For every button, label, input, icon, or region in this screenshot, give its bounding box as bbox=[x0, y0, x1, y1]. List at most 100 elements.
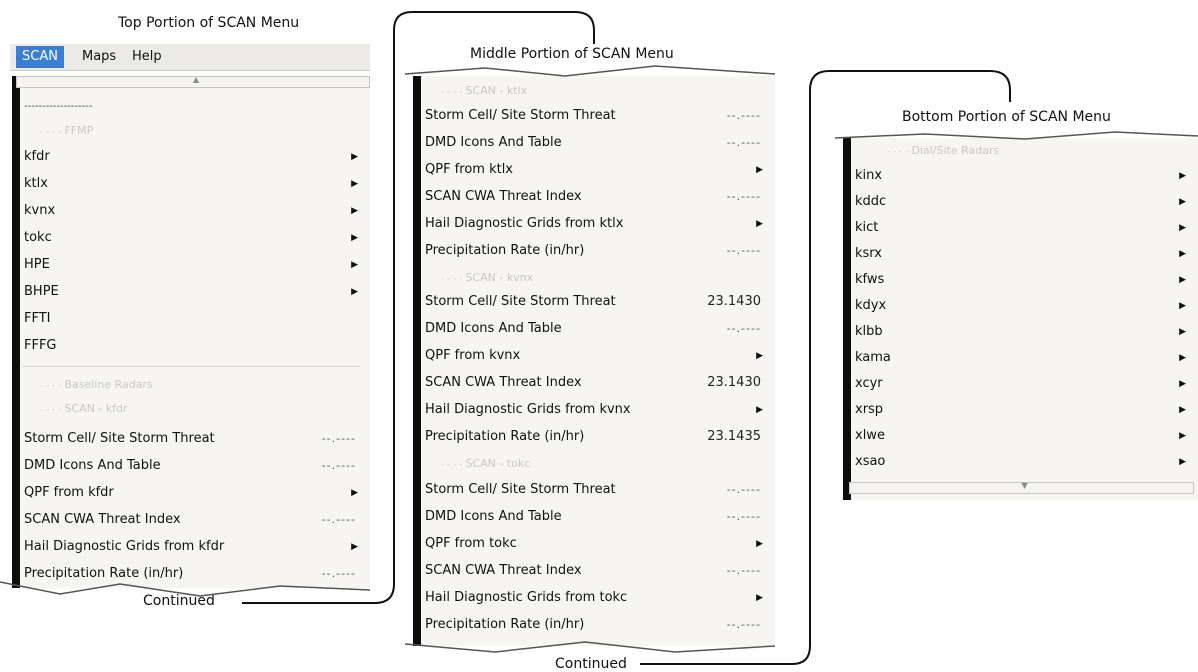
torn-edge bbox=[405, 65, 776, 77]
value-readout: --.---- bbox=[726, 109, 761, 122]
section-scan-ktlx: SCAN - ktlx bbox=[413, 80, 775, 102]
triangle-right-icon: ▶ bbox=[1179, 405, 1186, 415]
menu-item-hail-kfdr[interactable]: Hail Diagnostic Grids from kfdr ▶ bbox=[12, 534, 370, 560]
triangle-right-icon: ▶ bbox=[351, 152, 358, 162]
triangle-right-icon: ▶ bbox=[756, 593, 763, 603]
menu-item-qpf-kvnx[interactable]: QPF from kvnx ▶ bbox=[413, 343, 775, 369]
triangle-right-icon: ▶ bbox=[756, 539, 763, 549]
menu-item-precip-kvnx[interactable]: Precipitation Rate (in/hr) 23.1435 bbox=[413, 424, 775, 450]
menu-item-ksrx[interactable]: ksrx ▶ bbox=[843, 241, 1198, 267]
triangle-right-icon: ▶ bbox=[1179, 457, 1186, 467]
triangle-right-icon: ▶ bbox=[351, 233, 358, 243]
menubar: SCAN Maps Help bbox=[10, 44, 370, 71]
value-readout: --.---- bbox=[726, 564, 761, 577]
tearoff-dashes[interactable]: ------------------- bbox=[12, 94, 370, 120]
value-readout: --.---- bbox=[726, 510, 761, 523]
menu-item-cwa-kfdr[interactable]: SCAN CWA Threat Index --.---- bbox=[12, 507, 370, 533]
value-readout: --.---- bbox=[726, 244, 761, 257]
triangle-right-icon: ▶ bbox=[1179, 171, 1186, 181]
triangle-right-icon: ▶ bbox=[1179, 275, 1186, 285]
triangle-right-icon: ▶ bbox=[351, 488, 358, 498]
triangle-right-icon: ▶ bbox=[1179, 197, 1186, 207]
menu-item-kama[interactable]: kama ▶ bbox=[843, 345, 1198, 371]
triangle-right-icon: ▶ bbox=[351, 542, 358, 552]
menu-item-storm-cell-kfdr[interactable]: Storm Cell/ Site Storm Threat --.---- bbox=[12, 426, 370, 452]
menu-item-ktlx[interactable]: ktlx ▶ bbox=[12, 171, 370, 197]
triangle-right-icon: ▶ bbox=[756, 219, 763, 229]
menu-item-kinx[interactable]: kinx ▶ bbox=[843, 163, 1198, 189]
triangle-right-icon: ▶ bbox=[1179, 327, 1186, 337]
menu-item-tokc[interactable]: tokc ▶ bbox=[12, 225, 370, 251]
menu-item-klbb[interactable]: klbb ▶ bbox=[843, 319, 1198, 345]
menu-item-xrsp[interactable]: xrsp ▶ bbox=[843, 397, 1198, 423]
torn-edge bbox=[0, 581, 371, 597]
menu-item-qpf-ktlx[interactable]: QPF from ktlx ▶ bbox=[413, 157, 775, 183]
triangle-right-icon: ▶ bbox=[756, 165, 763, 175]
triangle-right-icon: ▶ bbox=[1179, 249, 1186, 259]
triangle-right-icon: ▶ bbox=[756, 351, 763, 361]
triangle-right-icon: ▶ bbox=[1179, 353, 1186, 363]
menu-item-qpf-tokc[interactable]: QPF from tokc ▶ bbox=[413, 531, 775, 557]
section-scan-kvnx: SCAN - kvnx bbox=[413, 267, 775, 289]
menu-item-precip-ktlx[interactable]: Precipitation Rate (in/hr) --.---- bbox=[413, 238, 775, 264]
menu-scan[interactable]: SCAN bbox=[16, 46, 64, 68]
value-readout: --.---- bbox=[321, 459, 356, 472]
triangle-right-icon: ▶ bbox=[1179, 223, 1186, 233]
menu-item-kict[interactable]: kict ▶ bbox=[843, 215, 1198, 241]
menu-item-bhpe[interactable]: BHPE ▶ bbox=[12, 279, 370, 305]
section-scan-tokc: SCAN - tokc bbox=[413, 453, 775, 475]
value-readout: --.---- bbox=[726, 483, 761, 496]
menu-item-fffg[interactable]: FFFG bbox=[12, 333, 370, 359]
menu-item-qpf-kfdr[interactable]: QPF from kfdr ▶ bbox=[12, 480, 370, 506]
torn-edge bbox=[835, 131, 1198, 140]
menu-item-xlwe[interactable]: xlwe ▶ bbox=[843, 423, 1198, 449]
section-ffmp: FFMP bbox=[12, 120, 370, 142]
menu-item-xsao[interactable]: xsao ▶ bbox=[843, 449, 1198, 475]
separator bbox=[22, 366, 360, 367]
triangle-right-icon: ▶ bbox=[351, 206, 358, 216]
torn-edge bbox=[405, 641, 776, 653]
menu-item-kfdr[interactable]: kfdr ▶ bbox=[12, 144, 370, 170]
scan-menu-bottom: Dial/Site Radars kinx▶ kddc▶ kict▶ ksrx▶… bbox=[843, 138, 1198, 500]
menu-item-hail-kvnx[interactable]: Hail Diagnostic Grids from kvnx ▶ bbox=[413, 397, 775, 423]
menu-maps[interactable]: Maps bbox=[82, 46, 116, 68]
menu-item-cwa-tokc[interactable]: SCAN CWA Threat Index --.---- bbox=[413, 558, 775, 584]
menu-item-kdyx[interactable]: kdyx ▶ bbox=[843, 293, 1198, 319]
menu-item-dmd-ktlx[interactable]: DMD Icons And Table --.---- bbox=[413, 130, 775, 156]
value-readout: --.---- bbox=[321, 513, 356, 526]
value-readout: --.---- bbox=[726, 322, 761, 335]
scroll-down-button[interactable]: ▼ bbox=[849, 481, 1194, 494]
section-dial-site-radars: Dial/Site Radars bbox=[843, 140, 1198, 162]
menu-item-cwa-kvnx[interactable]: SCAN CWA Threat Index 23.1430 bbox=[413, 370, 775, 396]
menu-item-storm-cell-tokc[interactable]: Storm Cell/ Site Storm Threat --.---- bbox=[413, 477, 775, 503]
menu-item-storm-cell-ktlx[interactable]: Storm Cell/ Site Storm Threat --.---- bbox=[413, 103, 775, 129]
menu-item-hail-ktlx[interactable]: Hail Diagnostic Grids from ktlx ▶ bbox=[413, 211, 775, 237]
value-readout: 23.1430 bbox=[707, 375, 761, 390]
value-readout: 23.1435 bbox=[707, 429, 761, 444]
menu-item-storm-cell-kvnx[interactable]: Storm Cell/ Site Storm Threat 23.1430 bbox=[413, 289, 775, 315]
menu-item-dmd-kvnx[interactable]: DMD Icons And Table --.---- bbox=[413, 316, 775, 342]
menu-item-kvnx[interactable]: kvnx ▶ bbox=[12, 198, 370, 224]
scan-menu-top: ▲ ------------------- FFMP kfdr▶ ktlx▶ k… bbox=[12, 75, 370, 588]
value-readout: --.---- bbox=[726, 618, 761, 631]
menu-help[interactable]: Help bbox=[132, 46, 162, 68]
value-readout: 23.1430 bbox=[707, 294, 761, 309]
triangle-right-icon: ▶ bbox=[351, 260, 358, 270]
section-baseline-radars: Baseline Radars bbox=[12, 374, 370, 396]
menu-item-dmd-kfdr[interactable]: DMD Icons And Table --.---- bbox=[12, 453, 370, 479]
value-readout: --.---- bbox=[726, 190, 761, 203]
menu-item-xcyr[interactable]: xcyr ▶ bbox=[843, 371, 1198, 397]
triangle-right-icon: ▶ bbox=[351, 287, 358, 297]
triangle-right-icon: ▶ bbox=[756, 405, 763, 415]
menu-item-precip-tokc[interactable]: Precipitation Rate (in/hr) --.---- bbox=[413, 612, 775, 638]
menu-item-kddc[interactable]: kddc ▶ bbox=[843, 189, 1198, 215]
menu-item-hpe[interactable]: HPE ▶ bbox=[12, 252, 370, 278]
menu-item-ffti[interactable]: FFTI bbox=[12, 306, 370, 332]
scroll-up-button[interactable]: ▲ bbox=[16, 75, 370, 88]
menu-item-dmd-tokc[interactable]: DMD Icons And Table --.---- bbox=[413, 504, 775, 530]
menu-item-hail-tokc[interactable]: Hail Diagnostic Grids from tokc ▶ bbox=[413, 585, 775, 611]
menu-item-cwa-ktlx[interactable]: SCAN CWA Threat Index --.---- bbox=[413, 184, 775, 210]
triangle-right-icon: ▶ bbox=[1179, 431, 1186, 441]
value-readout: --.---- bbox=[726, 136, 761, 149]
menu-item-kfws[interactable]: kfws ▶ bbox=[843, 267, 1198, 293]
